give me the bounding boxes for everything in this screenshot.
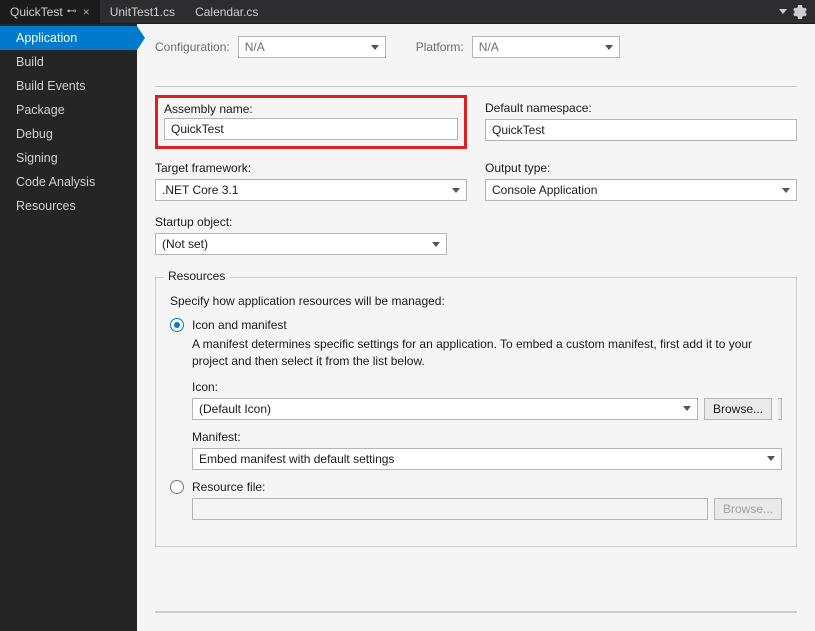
target-framework-value: .NET Core 3.1 [162, 183, 238, 197]
tab-label: UnitTest1.cs [110, 5, 175, 19]
platform-select[interactable]: N/A [472, 36, 620, 58]
sidebar-item-build[interactable]: Build [0, 50, 137, 74]
tab-bar-tools [779, 0, 815, 23]
editor-tab-bar: QuickTest ⊷ × UnitTest1.cs Calendar.cs [0, 0, 815, 24]
project-settings-sidebar: Application Build Build Events Package D… [0, 24, 137, 631]
tab-label: Calendar.cs [195, 5, 258, 19]
divider [155, 611, 797, 613]
output-type-label: Output type: [485, 161, 797, 175]
configuration-value: N/A [245, 40, 265, 54]
tab-overflow-dropdown[interactable] [779, 9, 787, 14]
startup-object-label: Startup object: [155, 215, 447, 229]
gear-icon[interactable] [793, 5, 807, 19]
radio-icon-and-manifest[interactable] [170, 318, 184, 332]
tab-unittest1[interactable]: UnitTest1.cs [100, 0, 185, 23]
resources-group-title: Resources [164, 269, 229, 283]
platform-value: N/A [479, 40, 499, 54]
icon-select[interactable]: (Default Icon) [192, 398, 698, 420]
configuration-platform-row: Configuration: N/A Platform: N/A [155, 36, 797, 58]
startup-object-select[interactable]: (Not set) [155, 233, 447, 255]
resource-file-browse-button: Browse... [714, 498, 782, 520]
output-type-select[interactable]: Console Application [485, 179, 797, 201]
manifest-value: Embed manifest with default settings [199, 452, 394, 466]
sidebar-item-code-analysis[interactable]: Code Analysis [0, 170, 137, 194]
startup-object-value: (Not set) [162, 237, 208, 251]
assembly-name-input[interactable] [164, 118, 458, 140]
radio-resource-file[interactable] [170, 480, 184, 494]
chevron-down-icon [452, 188, 460, 193]
tab-calendar[interactable]: Calendar.cs [185, 0, 268, 23]
sidebar-item-package[interactable]: Package [0, 98, 137, 122]
default-namespace-label: Default namespace: [485, 101, 797, 115]
chevron-down-icon [605, 45, 613, 50]
icon-manifest-description: A manifest determines specific settings … [192, 336, 782, 370]
pin-icon[interactable]: ⊷ [67, 6, 77, 17]
chevron-down-icon [432, 242, 440, 247]
default-namespace-input[interactable] [485, 119, 797, 141]
tab-quicktest[interactable]: QuickTest ⊷ × [0, 0, 100, 23]
radio-icon-and-manifest-label[interactable]: Icon and manifest [192, 318, 287, 332]
sidebar-item-build-events[interactable]: Build Events [0, 74, 137, 98]
platform-label: Platform: [416, 40, 464, 54]
close-icon[interactable]: × [81, 5, 90, 19]
main-area: Application Build Build Events Package D… [0, 24, 815, 631]
resource-file-input [192, 498, 708, 520]
divider [155, 86, 797, 87]
tab-label: QuickTest [10, 5, 63, 19]
icon-value: (Default Icon) [199, 402, 271, 416]
manifest-select[interactable]: Embed manifest with default settings [192, 448, 782, 470]
output-type-value: Console Application [492, 183, 597, 197]
chevron-down-icon [767, 456, 775, 461]
radio-resource-file-label[interactable]: Resource file: [192, 480, 265, 494]
manifest-label: Manifest: [192, 430, 782, 444]
configuration-select[interactable]: N/A [238, 36, 386, 58]
configuration-label: Configuration: [155, 40, 230, 54]
assembly-name-highlight: Assembly name: [155, 95, 467, 149]
chevron-down-icon [683, 406, 691, 411]
application-settings-panel: Configuration: N/A Platform: N/A Assembl… [137, 24, 815, 631]
sidebar-item-resources[interactable]: Resources [0, 194, 137, 218]
chevron-down-icon [782, 188, 790, 193]
resources-group: Resources Specify how application resour… [155, 277, 797, 547]
split-edge [778, 398, 782, 420]
icon-label: Icon: [192, 380, 782, 394]
target-framework-label: Target framework: [155, 161, 467, 175]
sidebar-item-debug[interactable]: Debug [0, 122, 137, 146]
icon-browse-button[interactable]: Browse... [704, 398, 772, 420]
assembly-name-label: Assembly name: [164, 102, 458, 116]
target-framework-select[interactable]: .NET Core 3.1 [155, 179, 467, 201]
sidebar-item-signing[interactable]: Signing [0, 146, 137, 170]
resources-description: Specify how application resources will b… [170, 294, 782, 308]
chevron-down-icon [371, 45, 379, 50]
sidebar-item-application[interactable]: Application [0, 26, 137, 50]
